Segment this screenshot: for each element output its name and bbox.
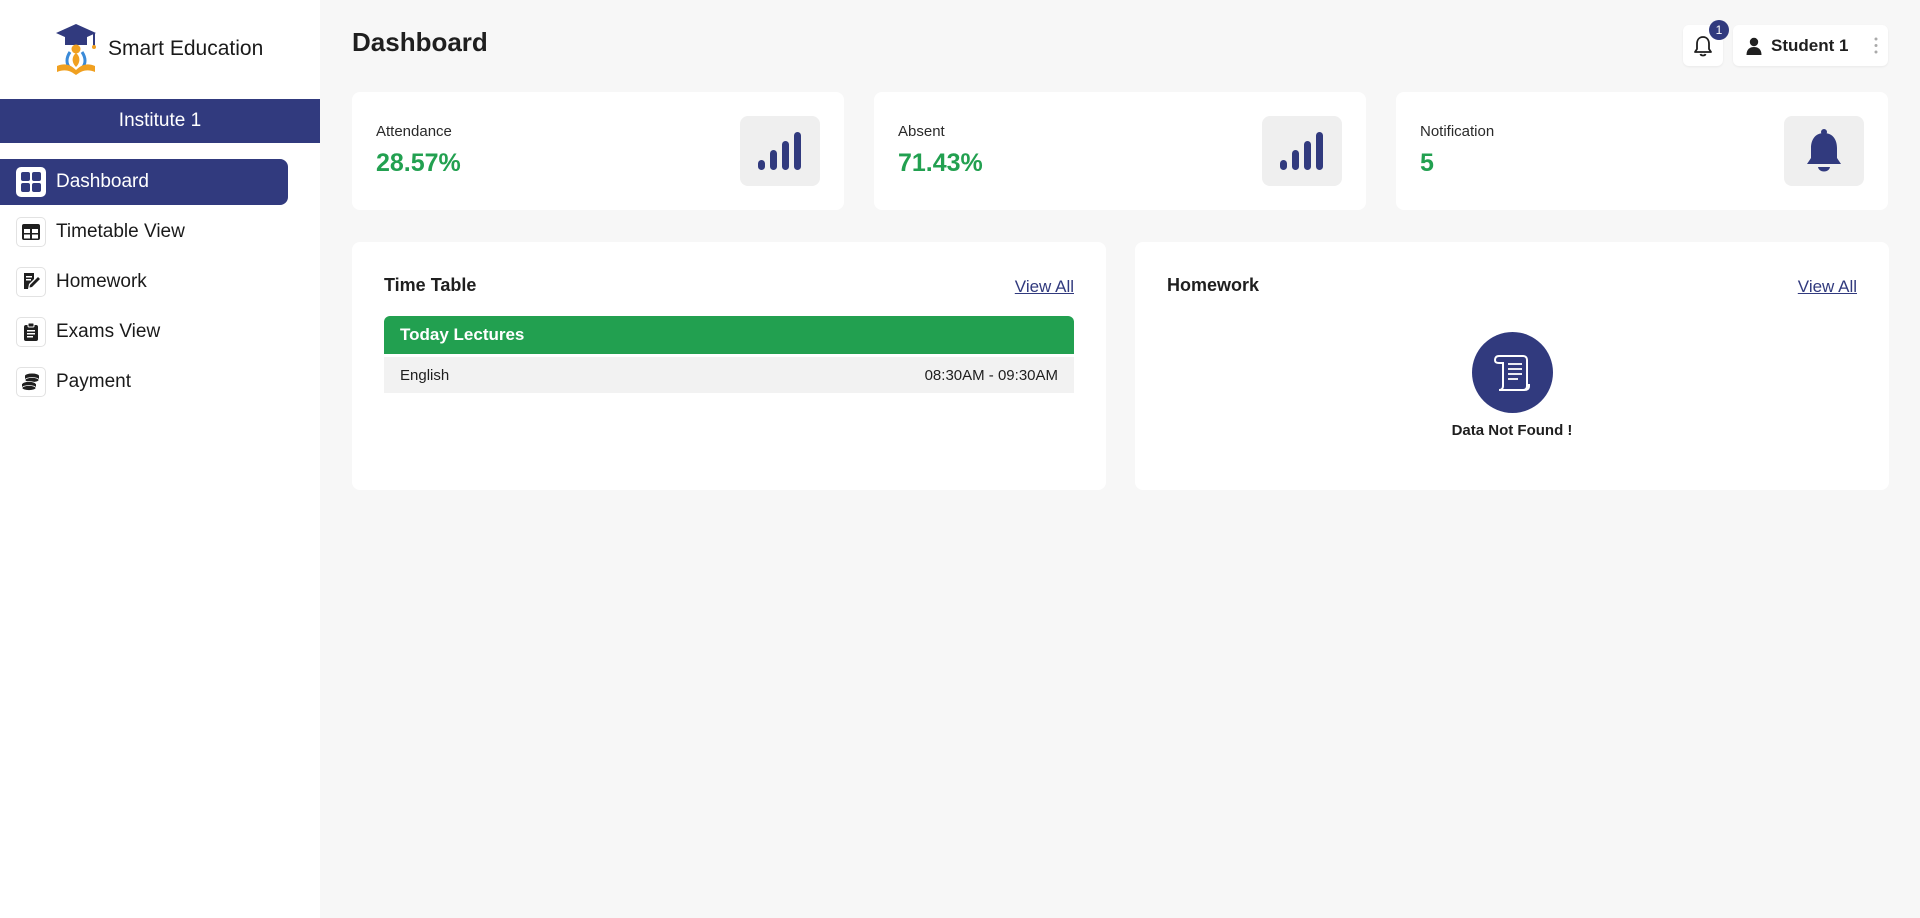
stat-value: 28.57%	[376, 149, 461, 177]
scroll-document-icon	[1472, 332, 1553, 413]
signal-bars-icon	[740, 116, 820, 186]
more-vertical-icon[interactable]	[1874, 37, 1878, 54]
table-icon	[16, 217, 46, 247]
user-icon	[1746, 37, 1762, 55]
stat-label: Notification	[1420, 123, 1495, 140]
sidebar-item-homework[interactable]: Homework	[0, 259, 288, 305]
brand[interactable]: Smart Education	[54, 22, 263, 76]
stat-value: 71.43%	[898, 149, 983, 177]
sidebar-item-payment[interactable]: Payment	[0, 359, 288, 405]
page-title: Dashboard	[352, 27, 488, 57]
sidebar-nav: Dashboard Timetable View Homework Exams …	[0, 159, 320, 409]
bell-icon	[1784, 116, 1864, 186]
stat-label: Absent	[898, 123, 945, 140]
panel-title: Time Table	[384, 275, 477, 295]
user-name: Student 1	[1771, 35, 1849, 55]
dashboard-grid-icon	[16, 167, 46, 197]
sidebar-item-dashboard[interactable]: Dashboard	[0, 159, 288, 205]
sidebar-item-exams-view[interactable]: Exams View	[0, 309, 288, 355]
lecture-subject: English	[400, 366, 450, 384]
sidebar: Smart Education Institute 1 Dashboard Ti…	[0, 0, 320, 918]
sidebar-item-timetable-view[interactable]: Timetable View	[0, 209, 288, 255]
user-menu-button[interactable]: Student 1	[1733, 25, 1888, 66]
timetable-panel: Time Table View All Today Lectures Engli…	[352, 242, 1106, 490]
stat-value: 5	[1420, 149, 1434, 177]
sidebar-item-label: Exams View	[56, 321, 161, 342]
institute-banner[interactable]: Institute 1	[0, 99, 320, 143]
notification-card: Notification 5	[1396, 92, 1888, 210]
absent-card: Absent 71.43%	[874, 92, 1366, 210]
lecture-time: 08:30AM - 09:30AM	[924, 366, 1058, 384]
brand-name: Smart Education	[108, 37, 264, 60]
panel-title: Homework	[1167, 275, 1260, 295]
notifications-button[interactable]: 1	[1683, 20, 1729, 66]
sidebar-item-label: Timetable View	[56, 221, 185, 242]
homework-view-all-link[interactable]: View All	[1798, 277, 1857, 297]
notification-count-badge: 1	[1709, 20, 1729, 40]
signal-bars-icon	[1262, 116, 1342, 186]
stat-label: Attendance	[376, 123, 452, 140]
sidebar-item-label: Payment	[56, 371, 131, 392]
attendance-card: Attendance 28.57%	[352, 92, 844, 210]
clipboard-icon	[16, 317, 46, 347]
coins-icon	[16, 367, 46, 397]
edit-document-icon	[16, 267, 46, 297]
empty-state-text: Data Not Found !	[1451, 422, 1573, 439]
homework-panel: Homework View All Data Not Found !	[1135, 242, 1889, 490]
today-lectures-header: Today Lectures	[384, 316, 1074, 354]
lecture-row[interactable]: English 08:30AM - 09:30AM	[384, 357, 1074, 393]
sidebar-item-label: Dashboard	[56, 171, 149, 192]
timetable-view-all-link[interactable]: View All	[1015, 277, 1074, 297]
graduation-cap-logo-icon	[56, 24, 96, 75]
bell-icon	[1694, 35, 1712, 56]
sidebar-item-label: Homework	[56, 271, 147, 292]
